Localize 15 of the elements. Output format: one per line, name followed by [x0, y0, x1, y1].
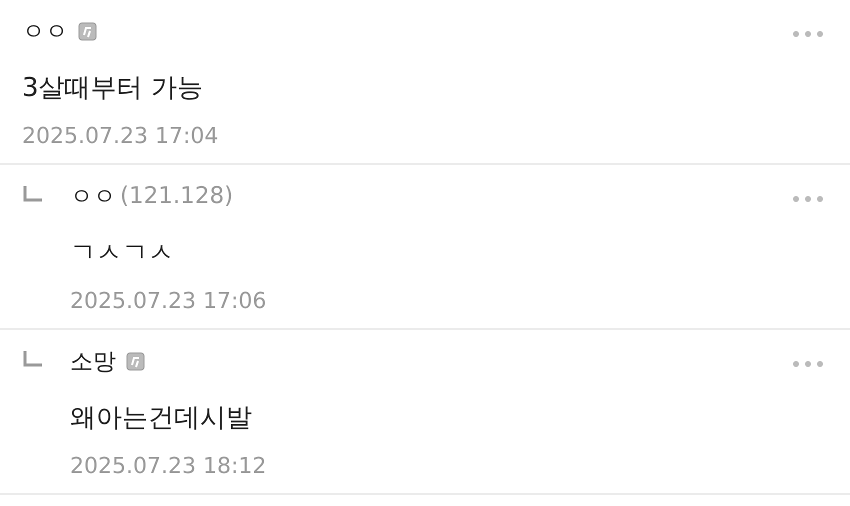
author-name: ㅇㅇ	[70, 182, 116, 212]
comment-text: ㄱㅅㄱㅅ	[70, 236, 175, 270]
more-options-icon[interactable]	[792, 195, 824, 203]
ip-address: (121.128)	[120, 183, 234, 209]
comment-date: 2025.07.23 17:04	[22, 122, 220, 150]
reply-marker-icon	[22, 185, 44, 203]
reply-marker-icon	[22, 350, 44, 368]
comment-text: 3살때부터 가능	[22, 72, 204, 104]
comment-date: 2025.07.23 18:12	[70, 452, 268, 480]
author-name: ㅇㅇ	[22, 18, 68, 46]
author-name: 소망	[70, 348, 116, 376]
more-options-icon[interactable]	[792, 360, 824, 368]
comment-text: 왜아는건데시발	[70, 402, 253, 434]
comment-date: 2025.07.23 17:06	[70, 288, 268, 316]
more-options-icon[interactable]	[792, 30, 824, 38]
